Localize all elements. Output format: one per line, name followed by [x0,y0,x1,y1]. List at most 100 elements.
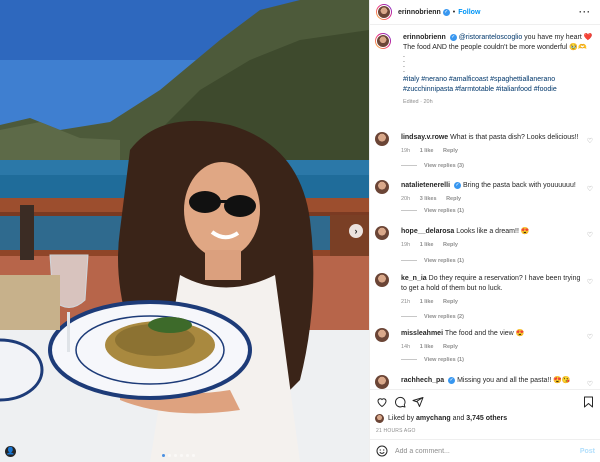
comment-item: ke_n_ia Do they require a reservation? I… [375,273,597,323]
add-comment-bar: Post [370,439,600,462]
comment-like-heart-icon[interactable]: ♡ [587,137,593,145]
emoji-icon[interactable] [376,445,388,457]
liker-avatar[interactable] [375,414,384,423]
comment-username[interactable]: ke_n_ia [401,275,427,282]
comment-like-count[interactable]: 1 like [420,344,434,350]
more-options-icon[interactable]: ··· [579,7,591,17]
comment-item: lindsay.v.rowe What is that pasta dish? … [375,132,597,172]
comment-reply-button[interactable]: Reply [443,299,458,305]
comment-item: rachhech_pa ✓ Missing you and all the pa… [375,375,597,389]
liker-username[interactable]: amychang [416,415,451,422]
post-timestamp: 21 hours ago [376,428,416,434]
carousel-dots [162,454,195,457]
comment-like-heart-icon[interactable]: ♡ [587,231,593,239]
comment-text: What is that pasta dish? Looks delicious… [450,134,579,141]
comment-avatar[interactable] [375,132,389,146]
share-icon[interactable] [412,396,424,408]
comment-time: 20h [401,196,411,202]
tagged-user-icon[interactable]: 👤 [5,446,16,457]
replies-line [401,260,417,262]
comment-username[interactable]: lindsay.v.rowe [401,134,448,141]
comment-reply-button[interactable]: Reply [443,242,458,248]
view-replies-button[interactable]: View replies (2) [401,314,464,320]
comment-like-count[interactable]: 1 like [420,299,434,305]
view-replies-label: View replies (1) [424,357,464,363]
carousel-dot [168,454,171,457]
comment-like-heart-icon[interactable]: ♡ [587,185,593,193]
caption-avatar-ring[interactable] [375,33,391,49]
view-replies-label: View replies (3) [424,163,464,169]
comment-item: hope__delarosa Looks like a dream!! 😍 19… [375,226,597,266]
comment-time: 21h [401,299,411,305]
comment-text: Bring the pasta back with youuuuuu! [462,182,576,189]
carousel-dot [186,454,189,457]
view-replies-button[interactable]: View replies (1) [401,258,464,264]
comment-reply-button[interactable]: Reply [443,148,458,154]
verified-badge-icon: ✓ [448,376,456,384]
follow-button[interactable]: Follow [458,9,480,16]
comment-avatar[interactable] [375,375,389,389]
caption-text: erinnobrienn ✓ @ristoranteloscoglio you … [403,33,593,107]
bookmark-icon[interactable] [583,396,594,408]
comment-avatar[interactable] [375,226,389,240]
comments-feed[interactable]: erinnobrienn ✓ @ristoranteloscoglio you … [370,25,600,389]
replies-line [401,210,417,212]
comment-username[interactable]: hope__delarosa [401,228,454,235]
replies-line [401,316,417,318]
author-avatar[interactable] [377,5,391,19]
comment-username[interactable]: natalietenerelli [401,182,450,189]
comment-time: 14h [401,344,411,350]
caption-avatar[interactable] [376,34,390,48]
comment-text: Missing you and all the pasta!! 😍😘 [457,377,571,384]
likes-prefix: Liked by [388,415,415,422]
comment-like-count[interactable]: 1 like [420,242,434,248]
comment-icon[interactable] [394,396,406,408]
comment-item: natalietenerelli ✓ Bring the pasta back … [375,180,597,220]
likes-and: and [452,415,465,422]
comment-like-heart-icon[interactable]: ♡ [587,278,593,286]
comment-item: missleahmei The food and the view 😍 14h … [375,328,597,368]
comment-username[interactable]: rachhech_pa [401,377,444,384]
author-avatar-ring[interactable] [376,4,392,20]
likes-summary: Liked by amychang and 3,745 others [375,414,507,423]
comment-input[interactable] [395,447,565,455]
verified-badge-icon: ✓ [442,8,450,16]
comment-like-heart-icon[interactable]: ♡ [587,380,593,388]
carousel-dot [192,454,195,457]
comment-avatar[interactable] [375,273,389,287]
post-header: erinnobrienn ✓ • Follow ··· [370,0,600,25]
post-comment-button[interactable]: Post [580,448,595,455]
view-replies-label: View replies (1) [424,258,464,264]
post-details-panel: erinnobrienn ✓ • Follow ··· erinnobrienn… [369,0,600,462]
likes-others-link[interactable]: 3,745 others [466,415,507,422]
comment-time: 19h [401,148,411,154]
verified-badge-icon: ✓ [449,33,457,41]
view-replies-label: View replies (1) [424,208,464,214]
caption-mention-link[interactable]: @ristoranteloscoglio [459,34,523,41]
caption-username[interactable]: erinnobrienn [403,34,446,41]
caption-dot: . [403,67,405,74]
photo-scene [0,0,369,462]
view-replies-button[interactable]: View replies (1) [401,357,464,363]
comment-text: Do they require a reservation? I have be… [401,275,581,292]
comment-reply-button[interactable]: Reply [443,344,458,350]
comment-username[interactable]: missleahmei [401,330,443,337]
carousel-dot [174,454,177,457]
next-image-button[interactable]: › [349,224,363,238]
view-replies-button[interactable]: View replies (1) [401,208,464,214]
comment-avatar[interactable] [375,180,389,194]
like-heart-icon[interactable] [376,396,388,408]
author-username[interactable]: erinnobrienn [398,9,441,16]
post-photo[interactable]: › 👤 [0,0,369,462]
comment-text: The food and the view 😍 [444,330,525,337]
separator-dot: • [452,8,456,16]
view-replies-button[interactable]: View replies (3) [401,163,464,169]
comment-like-count[interactable]: 3 likes [420,196,437,202]
caption-hashtags[interactable]: #italy #nerano #amalficoast #spaghettial… [403,75,593,94]
comment-like-heart-icon[interactable]: ♡ [587,333,593,341]
comment-avatar[interactable] [375,328,389,342]
verified-badge-icon: ✓ [453,181,461,189]
comment-reply-button[interactable]: Reply [446,196,461,202]
caption-edited-time: Edited · 20h [403,99,433,105]
comment-like-count[interactable]: 1 like [420,148,434,154]
